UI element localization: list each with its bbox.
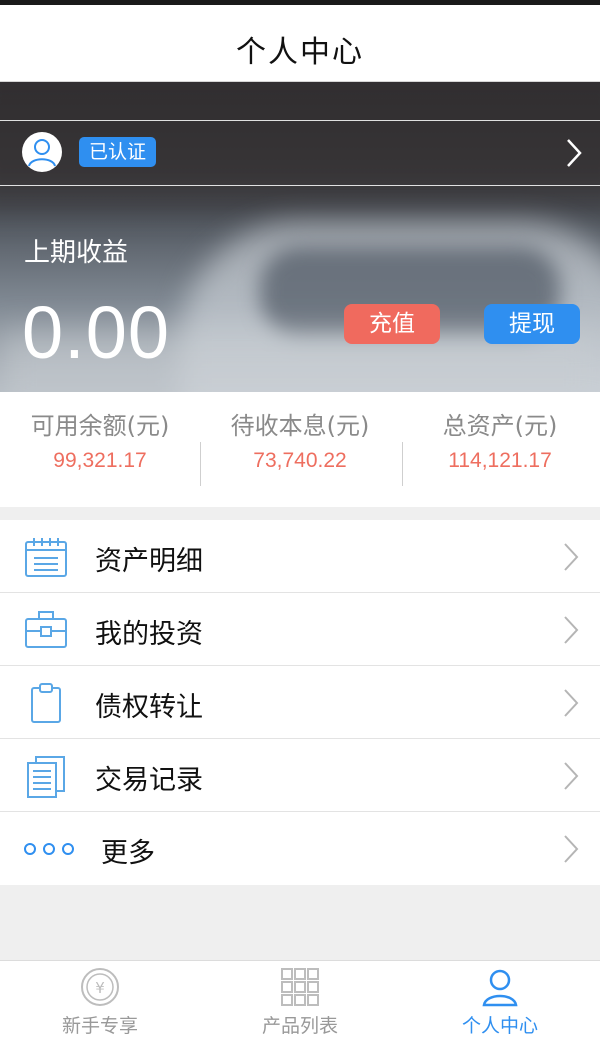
user-icon (482, 969, 518, 1007)
calendar-list-icon (25, 538, 67, 577)
documents-icon (27, 756, 65, 798)
tab-label: 新手专享 (61, 1015, 138, 1037)
menu-item-label: 交易记录 (95, 765, 203, 796)
menu-item-label: 债权转让 (95, 692, 203, 723)
stat-label: 可用余额(元) (30, 412, 170, 440)
menu-item-my-investments[interactable]: 我的投资 (0, 593, 600, 666)
more-dots-icon (24, 843, 74, 855)
yuan-coin-icon: ¥ (81, 968, 119, 1006)
tab-label: 个人中心 (461, 1015, 538, 1037)
menu-item-label: 更多 (101, 838, 155, 869)
chevron-right-icon (564, 689, 579, 717)
grid-icon (281, 968, 319, 1006)
bottom-tab-bar: ¥ 新手专享 产品列表 个人中心 (0, 960, 600, 1039)
stat-label: 总资产(元) (442, 412, 558, 440)
last-period-income-value: 0.00 (22, 291, 171, 374)
top-bar: 个人中心 (0, 0, 600, 82)
recharge-button[interactable]: 充值 (344, 304, 440, 344)
svg-text:¥: ¥ (95, 979, 105, 997)
briefcase-icon (25, 611, 67, 648)
menu-item-debt-transfer[interactable]: 债权转让 (0, 666, 600, 739)
tab-personal-center[interactable]: 个人中心 (400, 961, 600, 1039)
page-title: 个人中心 (236, 35, 364, 70)
withdraw-button[interactable]: 提现 (484, 304, 580, 344)
tab-product-list[interactable]: 产品列表 (200, 961, 400, 1039)
last-period-income-label: 上期收益 (24, 238, 129, 268)
pending-principal-interest: 待收本息(元) 73,740.22 (200, 406, 400, 473)
chevron-right-icon (564, 616, 579, 644)
account-summary-banner: 已认证 上期收益 0.00 充值 提现 (0, 82, 600, 392)
chevron-right-icon (564, 835, 579, 863)
avatar[interactable] (22, 132, 62, 172)
menu-item-more[interactable]: 更多 (0, 812, 600, 885)
stat-value: 99,321.17 (53, 449, 147, 472)
clipboard-icon (31, 683, 61, 723)
stat-label: 待收本息(元) (230, 412, 370, 440)
chevron-right-icon (564, 543, 579, 571)
menu-item-asset-details[interactable]: 资产明细 (0, 520, 600, 593)
total-assets: 总资产(元) 114,121.17 (400, 406, 600, 473)
tab-newbie-exclusive[interactable]: ¥ 新手专享 (0, 961, 200, 1039)
balance-stats: 可用余额(元) 99,321.17 待收本息(元) 73,740.22 总资产(… (0, 392, 600, 507)
menu-item-label: 我的投资 (95, 619, 203, 650)
menu-item-label: 资产明细 (95, 546, 203, 577)
chevron-right-icon[interactable] (566, 138, 582, 168)
tab-label: 产品列表 (261, 1015, 338, 1037)
profile-row[interactable]: 已认证 (0, 120, 600, 186)
stat-value: 114,121.17 (448, 449, 552, 472)
verified-badge: 已认证 (79, 137, 157, 167)
user-avatar-icon (28, 139, 56, 167)
account-menu: 资产明细 我的投资 债权转让 交易记录 更多 (0, 520, 600, 885)
stat-value: 73,740.22 (253, 449, 347, 472)
available-balance: 可用余额(元) 99,321.17 (0, 406, 200, 473)
menu-item-transaction-records[interactable]: 交易记录 (0, 739, 600, 812)
chevron-right-icon (564, 762, 579, 790)
